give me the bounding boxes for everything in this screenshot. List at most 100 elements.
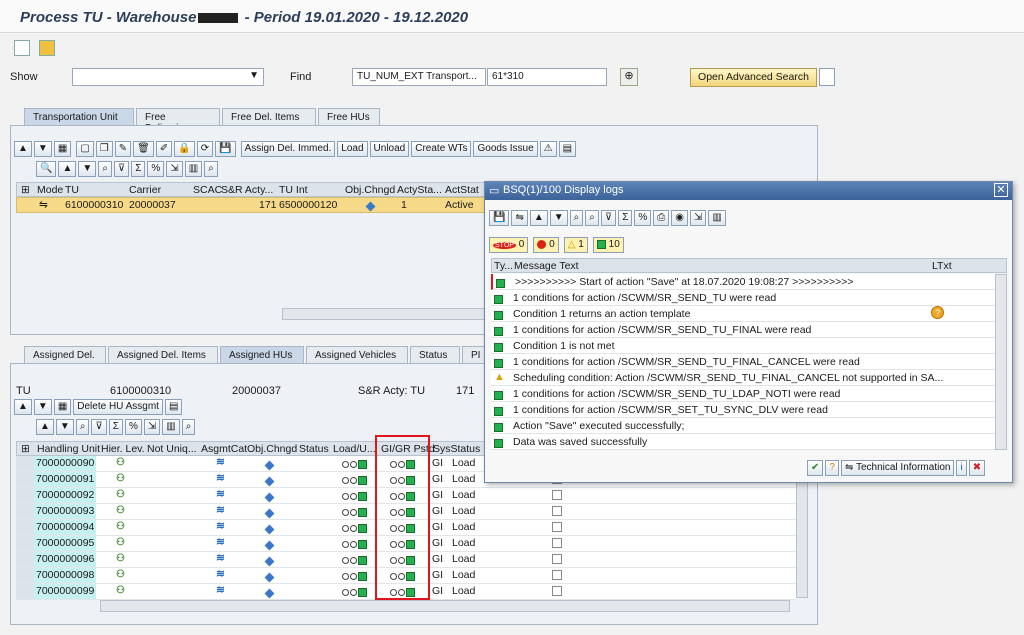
row-selector[interactable] xyxy=(16,584,34,599)
handling-unit-cell[interactable]: 7000000098 xyxy=(34,568,96,583)
layout-settings-icon[interactable] xyxy=(819,68,835,86)
print-icon[interactable]: ▤ xyxy=(558,141,577,157)
view-icon[interactable]: ◉ xyxy=(671,210,689,226)
tab-assigned-vehicles[interactable]: Assigned Vehicles xyxy=(306,346,408,364)
assign-del-immed-button[interactable]: Assign Del. Immed. xyxy=(240,141,336,157)
row-selector[interactable] xyxy=(16,488,34,503)
warning-icon[interactable]: ⚠ xyxy=(539,141,557,157)
handling-unit-cell[interactable]: 7000000094 xyxy=(34,520,96,535)
col-not-uniq[interactable]: Not Uniq... xyxy=(147,442,197,456)
cancel-icon[interactable]: ✖ xyxy=(968,460,986,476)
log-row[interactable]: ▲ Scheduling condition: Action /SCWM/SR_S… xyxy=(491,370,1007,386)
sort-asc-icon[interactable]: ▲ xyxy=(36,419,54,435)
handling-unit-cell[interactable]: 7000000096 xyxy=(34,552,96,567)
col-sr-acty[interactable]: S&R Acty... xyxy=(221,183,273,197)
log-row[interactable]: Condition 1 is not met xyxy=(491,338,1007,354)
tu-hscrollbar[interactable] xyxy=(282,308,486,320)
tab-assigned-del-items[interactable]: Assigned Del. Items xyxy=(108,346,218,364)
sort-desc-icon[interactable]: ▼ xyxy=(78,161,97,177)
find-next-icon[interactable]: ⌕ xyxy=(585,210,599,226)
refresh-icon[interactable]: ⟳ xyxy=(196,141,214,157)
row-selector[interactable] xyxy=(16,472,34,487)
log-row[interactable]: 1 conditions for action /SCWM/SR_SEND_TU… xyxy=(491,322,1007,338)
warning-count-button[interactable]: △ 1 xyxy=(563,237,588,253)
lock-icon[interactable]: 🔒 xyxy=(174,141,195,157)
col-ltxt[interactable]: LTxt xyxy=(932,259,952,273)
tab-status[interactable]: Status xyxy=(410,346,460,364)
find-icon[interactable]: ⌕ xyxy=(75,419,90,435)
handling-unit-cell[interactable]: 7000000092 xyxy=(34,488,96,503)
delete-hu-assgmt-button[interactable]: Delete HU Assgmt xyxy=(73,399,163,415)
tab-assigned-del[interactable]: Assigned Del. xyxy=(24,346,106,364)
row-selector[interactable] xyxy=(16,568,34,583)
col-load-unload[interactable]: Load/U... xyxy=(333,442,376,456)
graphic-icon[interactable]: ⌕ xyxy=(204,161,218,177)
export-icon[interactable]: ⇲ xyxy=(143,419,161,435)
help-icon[interactable]: ? xyxy=(825,460,839,476)
checkbox[interactable] xyxy=(552,490,562,503)
handling-unit-cell[interactable]: 7000000090 xyxy=(34,456,96,471)
col-handling-unit[interactable]: Handling Unit xyxy=(37,442,100,456)
log-row[interactable]: Data was saved successfully xyxy=(491,434,1007,450)
long-text-icon[interactable]: ? xyxy=(931,306,944,319)
close-icon[interactable]: ✕ xyxy=(994,183,1008,197)
new-icon[interactable]: ▢ xyxy=(76,141,94,157)
details-icon[interactable]: ▦ xyxy=(53,399,72,415)
handling-unit-cell[interactable]: 7000000095 xyxy=(34,536,96,551)
save-icon[interactable]: 💾 xyxy=(489,210,510,226)
handling-unit-cell[interactable]: 7000000093 xyxy=(34,504,96,519)
layout-icon[interactable]: ▥ xyxy=(162,419,180,435)
error-count-button[interactable]: 0 xyxy=(533,237,559,253)
technical-information-button[interactable]: ⇋ Technical Information xyxy=(840,460,955,476)
unload-button[interactable]: Unload xyxy=(369,141,410,157)
goods-issue-button[interactable]: Goods Issue xyxy=(473,141,538,157)
layout-icon[interactable] xyxy=(14,40,30,56)
copy-icon[interactable]: ❐ xyxy=(95,141,113,157)
move-up-icon[interactable]: ▲ xyxy=(14,141,32,157)
subtotal-icon[interactable]: % xyxy=(634,210,652,226)
print-icon[interactable]: ▤ xyxy=(164,399,183,415)
sum-icon[interactable]: Σ xyxy=(618,210,633,226)
col-scac[interactable]: SCAC xyxy=(193,183,222,197)
log-row[interactable]: 1 conditions for action /SCWM/SR_SEND_TU… xyxy=(491,386,1007,402)
col-act-stat[interactable]: ActStat xyxy=(445,183,479,197)
graphic-icon[interactable]: ⌕ xyxy=(181,419,196,435)
tab-assigned-hus[interactable]: Assigned HUs xyxy=(220,346,304,364)
checkbox[interactable] xyxy=(552,538,562,551)
log-row[interactable]: 1 conditions for action /SCWM/SR_SET_TU_… xyxy=(491,402,1007,418)
log-row[interactable]: 1 conditions for action /SCWM/SR_SEND_TU… xyxy=(491,354,1007,370)
move-down-icon[interactable]: ▼ xyxy=(33,399,52,415)
log-row[interactable]: Action "Save" executed successfully; xyxy=(491,418,1007,434)
subtotal-icon[interactable]: % xyxy=(124,419,142,435)
search-icon[interactable]: 🔍 xyxy=(36,161,57,177)
move-up-icon[interactable]: ▲ xyxy=(14,399,32,415)
col-mode[interactable]: Mode xyxy=(37,183,63,197)
col-message-text[interactable]: Message Text xyxy=(514,259,579,273)
col-obj-chngd[interactable]: Obj.Chngd xyxy=(247,442,297,456)
find-input[interactable]: 61*310 xyxy=(487,68,607,86)
checkbox[interactable] xyxy=(552,522,562,535)
find-select[interactable]: TU_NUM_EXT Transport... xyxy=(352,68,486,86)
hu-vscrollbar[interactable] xyxy=(796,476,808,598)
log-row[interactable]: Condition 1 returns an action template xyxy=(491,306,1007,322)
handling-unit-cell[interactable]: 7000000099 xyxy=(34,584,96,599)
layout-icon[interactable]: ▥ xyxy=(184,161,203,177)
mode-icon[interactable]: ⇋ xyxy=(511,210,528,226)
success-count-button[interactable]: 10 xyxy=(592,237,624,253)
details-icon[interactable]: ▦ xyxy=(53,141,72,157)
select-all-icon[interactable]: ⊞ xyxy=(21,442,30,456)
col-carrier[interactable]: Carrier xyxy=(129,183,161,197)
favorites-icon[interactable] xyxy=(39,40,56,56)
open-advanced-search-button[interactable]: Open Advanced Search xyxy=(690,68,817,87)
print-icon[interactable]: ⎙ xyxy=(653,210,670,226)
col-tu-int[interactable]: TU Int xyxy=(279,183,308,197)
move-down-icon[interactable]: ▼ xyxy=(33,141,52,157)
sum-icon[interactable]: Σ xyxy=(131,161,146,177)
export-icon[interactable]: ⇲ xyxy=(690,210,707,226)
save-icon[interactable]: 💾 xyxy=(215,141,236,157)
row-selector[interactable] xyxy=(16,520,34,535)
col-hier-lev[interactable]: Hier. Lev. xyxy=(101,442,145,456)
tab-free-del-items[interactable]: Free Del. Items xyxy=(222,108,316,126)
handling-unit-cell[interactable]: 7000000091 xyxy=(34,472,96,487)
tab-transportation-unit[interactable]: Transportation Unit xyxy=(24,108,134,126)
